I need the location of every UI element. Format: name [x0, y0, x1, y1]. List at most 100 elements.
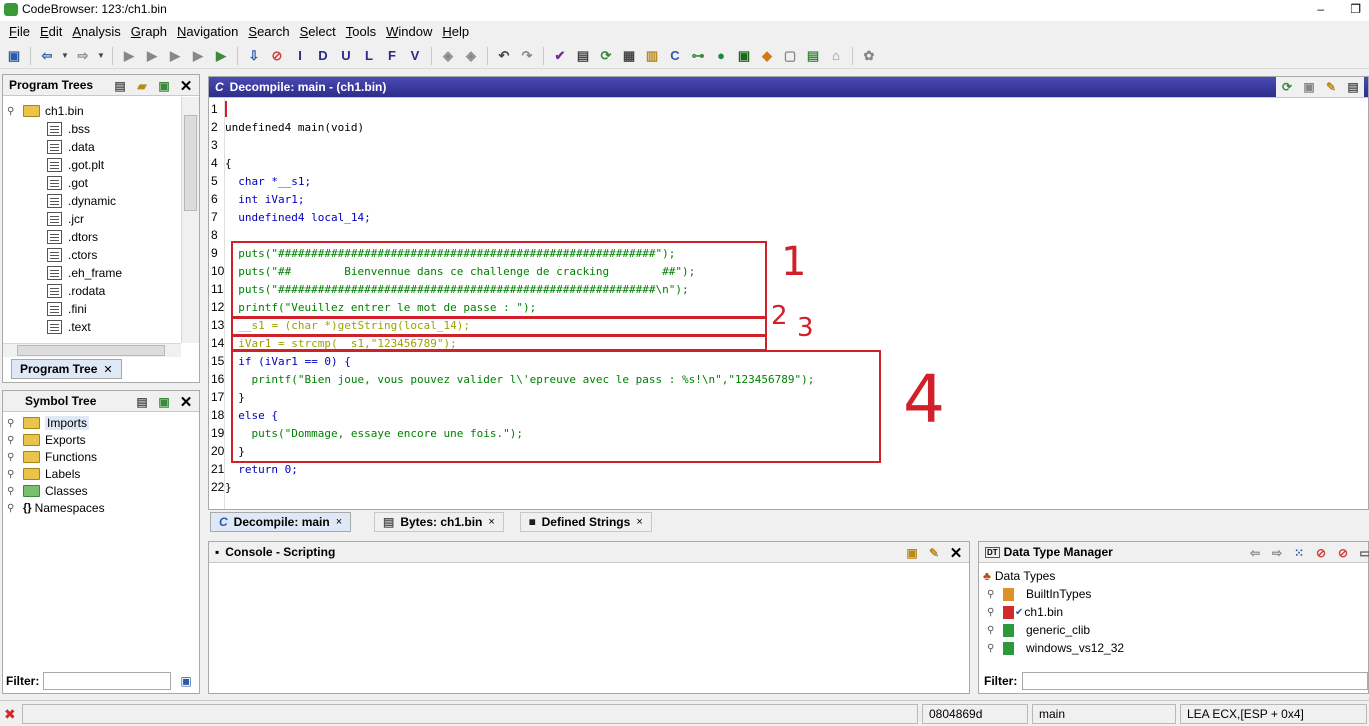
close-icon[interactable]: ✕: [947, 544, 965, 562]
list-item[interactable]: .bss: [47, 120, 90, 138]
tab-bytes[interactable]: ▤ Bytes: ch1.bin ×: [374, 512, 504, 532]
refresh-icon[interactable]: ⟳: [1278, 78, 1296, 95]
close-icon[interactable]: ×: [488, 516, 494, 528]
expand-icon[interactable]: ⚲: [7, 486, 19, 497]
list-item[interactable]: .got: [47, 174, 88, 192]
listing-icon[interactable]: ▤: [573, 46, 593, 66]
edit-icon[interactable]: ✎: [1322, 78, 1340, 95]
expand-icon[interactable]: ⚲: [987, 625, 999, 636]
list-item[interactable]: .data: [47, 138, 95, 156]
clear-icon[interactable]: ⊘: [267, 46, 287, 66]
filter-options-icon[interactable]: ⁙: [1290, 544, 1308, 561]
forward-icon[interactable]: ⇨: [73, 46, 93, 66]
menu-tools[interactable]: Tools: [341, 24, 381, 39]
expand-icon[interactable]: ⚲: [987, 607, 999, 618]
minimize-icon[interactable]: ▭: [1356, 544, 1369, 561]
list-item[interactable]: .ctors: [47, 246, 97, 264]
filter-red-icon[interactable]: ⊘: [1312, 544, 1330, 561]
check-icon[interactable]: ✔: [550, 46, 570, 66]
back-icon[interactable]: ⇦: [1246, 544, 1264, 561]
scrollbar-thumb[interactable]: [184, 115, 197, 211]
instruction-i-icon[interactable]: I: [290, 46, 310, 66]
tab-decompile-main[interactable]: C Decompile: main ×: [210, 512, 352, 532]
tree-item-exports[interactable]: ⚲ Exports: [7, 431, 86, 449]
list-item[interactable]: ⚲ ✔ ch1.bin: [987, 603, 1063, 621]
v-icon[interactable]: V: [405, 46, 425, 66]
symbol-filter-input[interactable]: [43, 672, 171, 690]
list-item[interactable]: .text: [47, 318, 91, 336]
menu-window[interactable]: Window: [381, 24, 437, 39]
bookmark-icon[interactable]: ◈: [438, 46, 458, 66]
menu-select[interactable]: Select: [295, 24, 341, 39]
list-item[interactable]: .dtors: [47, 228, 98, 246]
back-icon[interactable]: ⇦: [37, 46, 57, 66]
open-folder-icon[interactable]: ▰: [133, 77, 151, 94]
function-graph-icon[interactable]: ⊶: [688, 46, 708, 66]
list-item[interactable]: ⚲ BuiltInTypes: [987, 585, 1091, 603]
bookmark-nav-icon[interactable]: ◈: [461, 46, 481, 66]
tree-root[interactable]: ⚲ ch1.bin: [7, 102, 84, 120]
list-item[interactable]: .rodata: [47, 282, 105, 300]
tree-item-namespaces[interactable]: ⚲{} Namespaces: [7, 499, 105, 517]
snapshot-icon[interactable]: ▣: [1300, 78, 1318, 95]
new-tree-icon[interactable]: ▤: [111, 77, 129, 94]
list-item[interactable]: .got.plt: [47, 156, 104, 174]
expand-icon[interactable]: ⚲: [7, 435, 19, 446]
filter-red-icon[interactable]: ⊘: [1334, 544, 1352, 561]
menu-file[interactable]: File: [4, 24, 35, 39]
nav-next-label-icon[interactable]: ▶: [188, 46, 208, 66]
script-manager-icon[interactable]: ▣: [734, 46, 754, 66]
list-item[interactable]: .fini: [47, 300, 87, 318]
horizontal-scrollbar[interactable]: [3, 343, 181, 357]
menu-search[interactable]: Search: [243, 24, 294, 39]
tree-item-classes[interactable]: ⚲ Classes: [7, 482, 88, 500]
list-item[interactable]: ⚲ generic_clib: [987, 621, 1090, 639]
tree-item-labels[interactable]: ⚲ Labels: [7, 465, 80, 483]
clear-console-icon[interactable]: ✎: [925, 544, 943, 561]
data-type-filter-input[interactable]: [1022, 672, 1368, 690]
vertical-scrollbar[interactable]: [181, 97, 199, 343]
menu-navigation[interactable]: Navigation: [172, 24, 243, 39]
tree-item-functions[interactable]: ⚲ Functions: [7, 448, 97, 466]
nav-next-instruction-icon[interactable]: ▶: [119, 46, 139, 66]
nav-next-data-icon[interactable]: ▶: [142, 46, 162, 66]
copy-icon[interactable]: ▣: [155, 393, 173, 410]
decompiler-icon[interactable]: C: [665, 46, 685, 66]
diamond-icon[interactable]: ◆: [757, 46, 777, 66]
error-icon[interactable]: ✖: [4, 706, 16, 723]
forward-icon[interactable]: ⇨: [1268, 544, 1286, 561]
menu-graph[interactable]: Graph: [126, 24, 172, 39]
export-icon[interactable]: ▤: [803, 46, 823, 66]
list-item[interactable]: ⚲ windows_vs12_32: [987, 639, 1124, 657]
data-d-icon[interactable]: D: [313, 46, 333, 66]
close-icon[interactable]: ✕: [177, 393, 195, 411]
bytes-icon[interactable]: ▢: [780, 46, 800, 66]
run-icon[interactable]: ●: [711, 46, 731, 66]
minimize-button[interactable]: ‒: [1318, 2, 1325, 21]
tab-program-tree[interactable]: Program Tree ✕: [11, 359, 122, 379]
code-area[interactable]: 1 2 undefined4 main(void) 3 4{ 5 char *__…: [209, 99, 1368, 509]
menu-edit[interactable]: Edit: [35, 24, 67, 39]
refresh-icon[interactable]: ⟳: [596, 46, 616, 66]
close-icon[interactable]: ✕: [177, 77, 195, 95]
forward-dropdown-icon[interactable]: ▼: [96, 46, 106, 66]
redo-icon[interactable]: ↷: [517, 46, 537, 66]
menu-analysis[interactable]: Analysis: [67, 24, 125, 39]
close-icon[interactable]: ×: [336, 516, 342, 528]
memory-map-icon[interactable]: ▦: [619, 46, 639, 66]
console-output[interactable]: [209, 564, 969, 693]
collapse-icon[interactable]: ⚲: [7, 106, 19, 117]
expand-icon[interactable]: ⚲: [7, 452, 19, 463]
plugin-icon[interactable]: ✿: [859, 46, 879, 66]
symbol-action-icon[interactable]: ▤: [133, 393, 151, 410]
tree-icon[interactable]: ⌂: [826, 46, 846, 66]
menu-help[interactable]: Help: [437, 24, 474, 39]
down-arrow-icon[interactable]: ⇩: [244, 46, 264, 66]
expand-icon[interactable]: ⚲: [7, 418, 19, 429]
function-f-icon[interactable]: F: [382, 46, 402, 66]
back-dropdown-icon[interactable]: ▼: [60, 46, 70, 66]
nav-next-undefined-icon[interactable]: ▶: [165, 46, 185, 66]
tree-root[interactable]: ♣ Data Types: [983, 567, 1055, 585]
scrollbar-thumb[interactable]: [17, 345, 165, 356]
filter-options-icon[interactable]: ▣: [177, 672, 195, 689]
